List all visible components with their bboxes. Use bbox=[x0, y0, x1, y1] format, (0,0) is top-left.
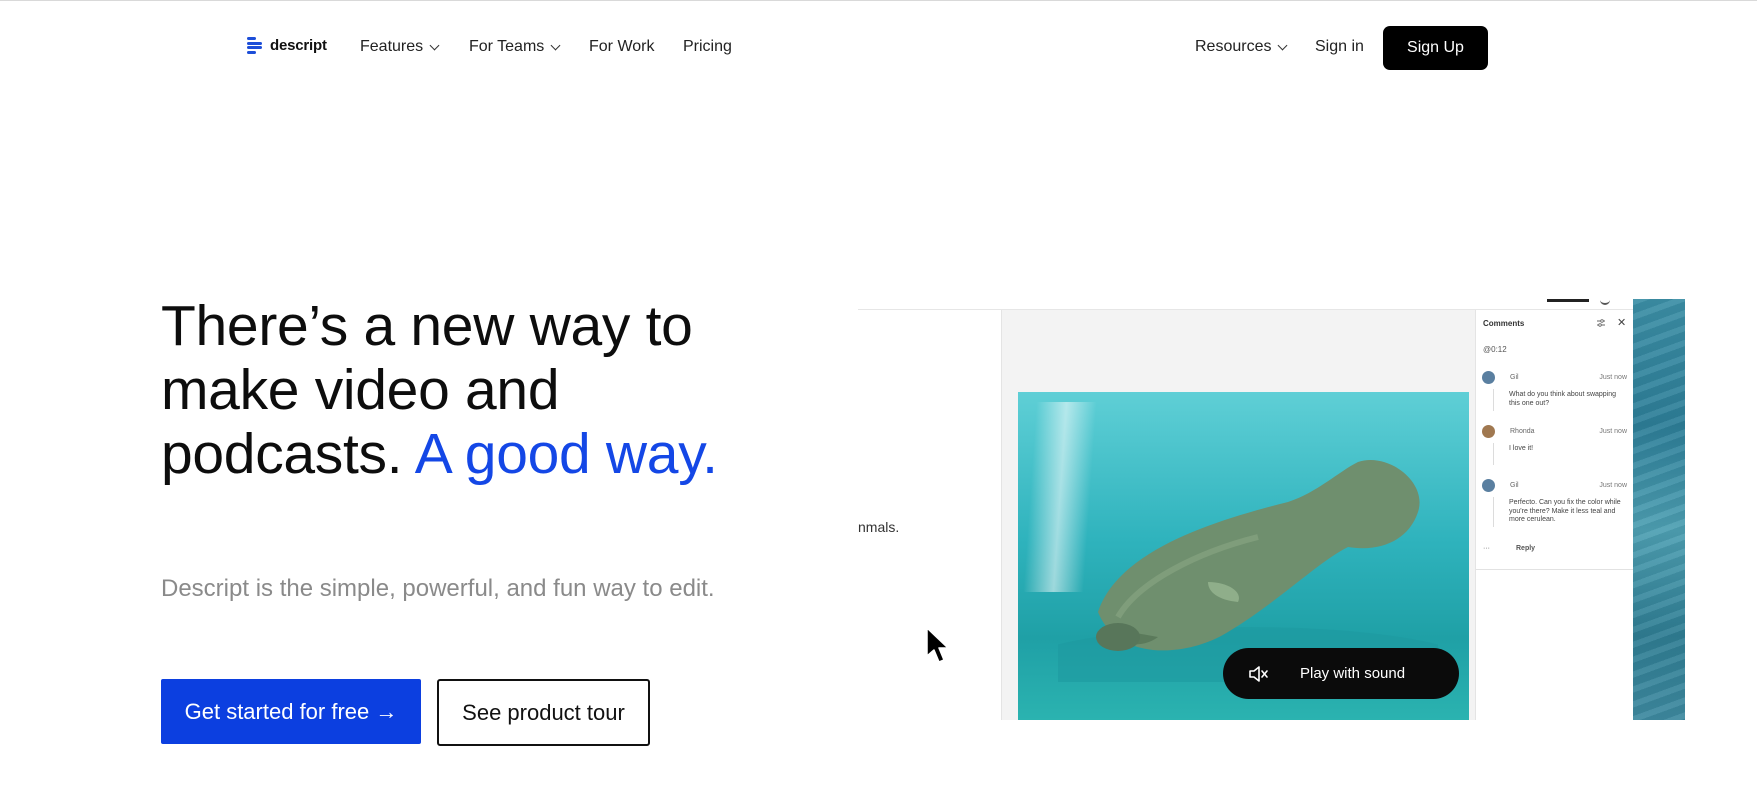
nav-for-teams[interactable]: For Teams bbox=[469, 38, 561, 56]
comment-text: I love it! bbox=[1509, 445, 1534, 452]
hero-subheadline: Descript is the simple, powerful, and fu… bbox=[161, 575, 715, 602]
manatee-image bbox=[1058, 460, 1438, 682]
mock-toolbar bbox=[858, 299, 1685, 310]
nav-resources-label: Resources bbox=[1195, 38, 1272, 55]
mock-toolbar-icon bbox=[1600, 299, 1610, 305]
thread-line bbox=[1493, 443, 1494, 465]
comment-text: What do you think about swapping this on… bbox=[1509, 391, 1617, 407]
play-with-sound-button[interactable]: Play with sound bbox=[1223, 648, 1459, 699]
thread-line bbox=[1493, 389, 1494, 411]
speaker-icon bbox=[1249, 665, 1268, 682]
avatar bbox=[1482, 371, 1495, 384]
comments-panel: Comments ✕ @0:12 Gil Just now What do yo… bbox=[1475, 310, 1634, 720]
avatar bbox=[1482, 425, 1495, 438]
chevron-down-icon bbox=[1278, 40, 1288, 50]
close-icon[interactable]: ✕ bbox=[1617, 316, 1626, 329]
get-started-button[interactable]: Get started for free → bbox=[161, 679, 421, 744]
comment-text: Perfecto. Can you fix the color while yo… bbox=[1509, 499, 1621, 523]
mouse-cursor-icon bbox=[926, 627, 949, 663]
avatar bbox=[1482, 479, 1495, 492]
descript-logo-icon bbox=[247, 37, 263, 54]
brand-name: descript bbox=[270, 37, 327, 54]
play-with-sound-label: Play with sound bbox=[1300, 665, 1406, 682]
nav-for-teams-label: For Teams bbox=[469, 38, 545, 55]
nav-resources[interactable]: Resources bbox=[1195, 38, 1288, 56]
chevron-down-icon bbox=[429, 40, 440, 50]
hero-headline: There’s a new way to make video and podc… bbox=[161, 294, 721, 486]
comments-title: Comments bbox=[1483, 319, 1525, 328]
comment-author: Rhonda bbox=[1510, 428, 1535, 435]
mock-toolbar-tab bbox=[1547, 299, 1589, 302]
script-text: nmals. bbox=[858, 519, 900, 535]
comment-author: Gil bbox=[1510, 482, 1519, 489]
comment-timestamp: @0:12 bbox=[1483, 345, 1507, 354]
filter-icon[interactable] bbox=[1596, 318, 1606, 328]
nav-for-work-label: For Work bbox=[589, 38, 655, 55]
comment-time: Just now bbox=[1599, 482, 1627, 489]
chevron-down-icon bbox=[550, 40, 561, 50]
comment-time: Just now bbox=[1599, 428, 1627, 435]
comments-divider bbox=[1476, 569, 1633, 570]
nav-features[interactable]: Features bbox=[360, 38, 440, 56]
manatee-video-frame: Play with sound bbox=[1018, 392, 1469, 720]
reply-button[interactable]: Reply bbox=[1516, 545, 1535, 552]
more-icon[interactable]: ··· bbox=[1483, 545, 1490, 552]
signin-link[interactable]: Sign in bbox=[1315, 38, 1364, 56]
comment-time: Just now bbox=[1599, 374, 1627, 381]
headline-accent: A good way. bbox=[414, 422, 718, 486]
nav-features-label: Features bbox=[360, 38, 424, 55]
comment-author: Gil bbox=[1510, 374, 1519, 381]
descript-logo[interactable]: descript bbox=[247, 37, 327, 54]
thread-line bbox=[1493, 497, 1494, 527]
ocean-background-strip bbox=[1633, 299, 1685, 720]
top-divider bbox=[0, 0, 1757, 1]
signup-button[interactable]: Sign Up bbox=[1383, 26, 1488, 70]
signin-label: Sign in bbox=[1315, 38, 1364, 55]
product-tour-button[interactable]: See product tour bbox=[437, 679, 650, 746]
nav-for-work[interactable]: For Work bbox=[589, 38, 654, 56]
product-demo-video[interactable]: nmals. Play with sound Comments ✕ @0:12 bbox=[858, 299, 1685, 720]
nav-pricing[interactable]: Pricing bbox=[683, 38, 732, 56]
nav-pricing-label: Pricing bbox=[683, 38, 732, 55]
